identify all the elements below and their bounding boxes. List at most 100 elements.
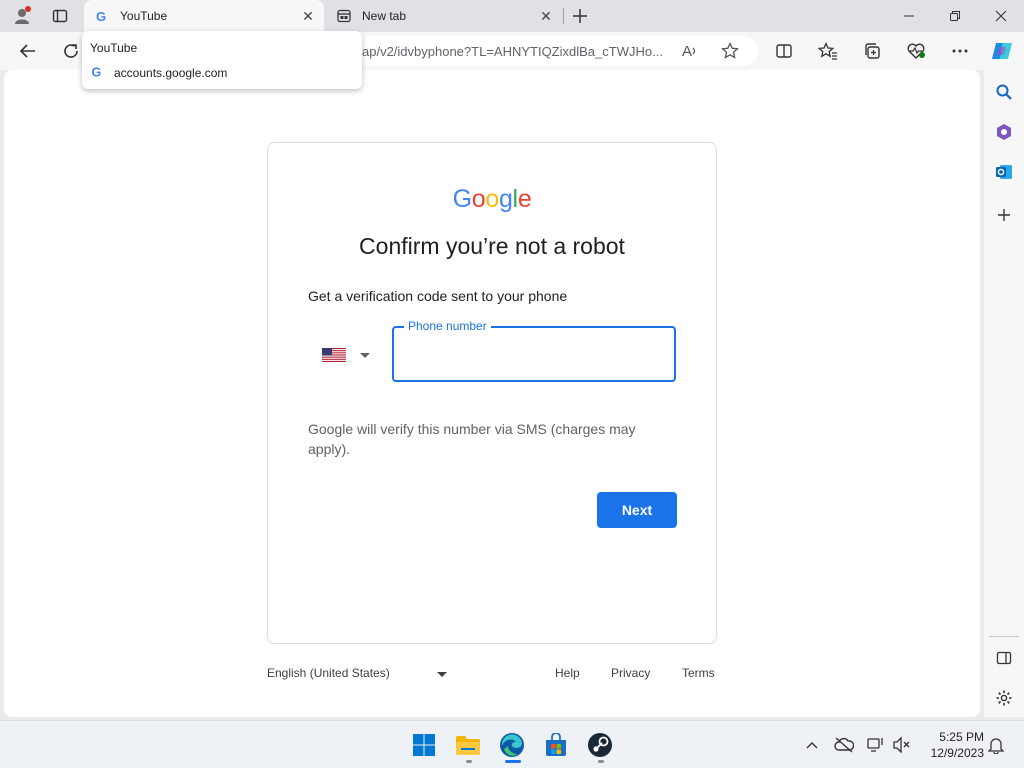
svg-text:G: G	[92, 66, 102, 79]
heart-pulse-icon	[907, 43, 925, 59]
refresh-icon	[64, 44, 78, 58]
logo-letter: o	[471, 185, 486, 213]
sidebar-hide-button[interactable]	[990, 644, 1018, 672]
country-selector[interactable]	[322, 344, 378, 366]
profile-icon	[15, 6, 31, 24]
restore-icon	[950, 11, 960, 21]
phone-number-input[interactable]	[408, 342, 658, 366]
clock-date: 12/9/2023	[930, 746, 984, 760]
address-bar-url[interactable]: ap/v2/idvbyphone?TL=AHNYTIQZixdlBa_cTWJH…	[362, 44, 674, 59]
sidebar-divider	[989, 636, 1019, 637]
notifications-button[interactable]	[986, 735, 1006, 755]
page-title: Confirm you’re not a robot	[359, 233, 625, 259]
logo-letter: e	[517, 185, 532, 213]
split-screen-icon	[776, 44, 792, 58]
new-tab-page-icon	[337, 9, 351, 23]
back-arrow-icon	[19, 44, 35, 58]
network-button[interactable]	[866, 735, 886, 755]
show-hidden-icons-button[interactable]	[802, 735, 822, 755]
minimize-icon	[904, 15, 914, 17]
logo-letter: G	[452, 185, 472, 213]
verification-card: Google Confirm you’re not a robot Get a …	[267, 142, 717, 644]
minimize-button[interactable]	[886, 0, 932, 32]
favorites-icon	[818, 42, 837, 60]
copilot-button[interactable]	[987, 37, 1017, 65]
language-selector[interactable]: English (United States)	[267, 666, 447, 684]
edge-taskbar-button[interactable]	[498, 731, 526, 759]
phone-number-label: Phone number	[404, 319, 491, 333]
language-label: English (United States)	[267, 666, 390, 680]
volume-muted-icon	[893, 736, 910, 754]
sidebar-settings-button[interactable]	[990, 684, 1018, 712]
close-tab-icon[interactable]: ✕	[300, 8, 316, 24]
footer-link-terms[interactable]: Terms	[682, 666, 715, 680]
sidebar-add-button[interactable]	[990, 201, 1018, 229]
outlook-icon	[996, 165, 1012, 179]
sms-notice: Google will verify this number via SMS (…	[308, 421, 636, 457]
copilot-icon	[992, 43, 1012, 59]
footer-link-privacy[interactable]: Privacy	[611, 666, 650, 680]
shopping-icon	[997, 124, 1011, 140]
tab-strip: G YouTube ✕ New tab ✕	[0, 0, 1024, 32]
onedrive-button[interactable]	[834, 735, 854, 755]
tab-hover-card: YouTube G accounts.google.com	[82, 31, 362, 89]
collections-button[interactable]	[857, 37, 887, 65]
store-button[interactable]	[542, 731, 570, 759]
sidebar-copilot-button[interactable]	[990, 118, 1018, 146]
sidebar-outlook-button[interactable]	[990, 158, 1018, 186]
tab-youtube[interactable]: G YouTube ✕	[84, 0, 324, 32]
store-icon	[546, 733, 566, 756]
settings-menu-button[interactable]	[945, 37, 975, 65]
hover-card-url: accounts.google.com	[114, 66, 228, 80]
close-icon	[995, 10, 1007, 22]
steam-icon	[588, 733, 612, 757]
footer-link-help[interactable]: Help	[555, 666, 580, 680]
new-tab-button[interactable]	[567, 4, 593, 28]
running-indicator	[466, 760, 472, 763]
network-icon	[867, 738, 883, 752]
close-tab-icon[interactable]: ✕	[538, 8, 554, 24]
restore-button[interactable]	[932, 0, 978, 32]
google-favicon-icon: G	[96, 9, 106, 23]
back-button[interactable]	[13, 37, 43, 65]
bell-icon	[988, 738, 1004, 754]
search-icon	[996, 84, 1012, 100]
logo-letter: g	[498, 185, 513, 213]
sidebar-search-button[interactable]	[990, 78, 1018, 106]
tab-actions-button[interactable]	[46, 4, 74, 28]
cloud-offline-icon	[834, 737, 854, 753]
profile-button[interactable]	[8, 4, 36, 28]
close-window-button[interactable]	[978, 0, 1024, 32]
hover-card-title: YouTube	[90, 41, 138, 55]
us-flag-icon	[322, 348, 346, 362]
favorite-star-icon[interactable]	[720, 41, 740, 61]
edge-sidebar	[984, 70, 1024, 717]
chevron-down-icon	[437, 672, 447, 677]
sidebar-panel-icon	[996, 651, 1012, 665]
start-button[interactable]	[410, 731, 438, 759]
svg-text:G: G	[96, 9, 106, 23]
tab-title: New tab	[362, 9, 407, 23]
more-dots-icon	[952, 49, 968, 53]
plus-icon	[573, 9, 587, 23]
system-clock[interactable]: 5:25 PM 12/9/2023	[918, 729, 984, 761]
tab-title: YouTube	[120, 9, 168, 23]
favorites-button[interactable]	[813, 37, 843, 65]
phone-number-field[interactable]	[392, 326, 676, 382]
running-indicator	[598, 760, 604, 763]
edge-icon	[500, 733, 524, 757]
file-explorer-button[interactable]	[454, 731, 482, 759]
next-button[interactable]: Next	[597, 492, 677, 528]
steam-button[interactable]	[586, 731, 614, 759]
tab-new-tab[interactable]: New tab ✕	[326, 0, 562, 32]
google-logo: Google	[268, 185, 716, 214]
clock-time: 5:25 PM	[939, 730, 984, 744]
plus-icon	[998, 209, 1010, 221]
read-aloud-icon[interactable]: A	[680, 41, 700, 61]
svg-text:A: A	[682, 43, 692, 60]
browser-essentials-button[interactable]	[901, 37, 931, 65]
volume-button[interactable]	[892, 735, 912, 755]
collections-icon	[865, 43, 880, 59]
chevron-up-icon	[806, 742, 818, 749]
split-screen-button[interactable]	[769, 37, 799, 65]
